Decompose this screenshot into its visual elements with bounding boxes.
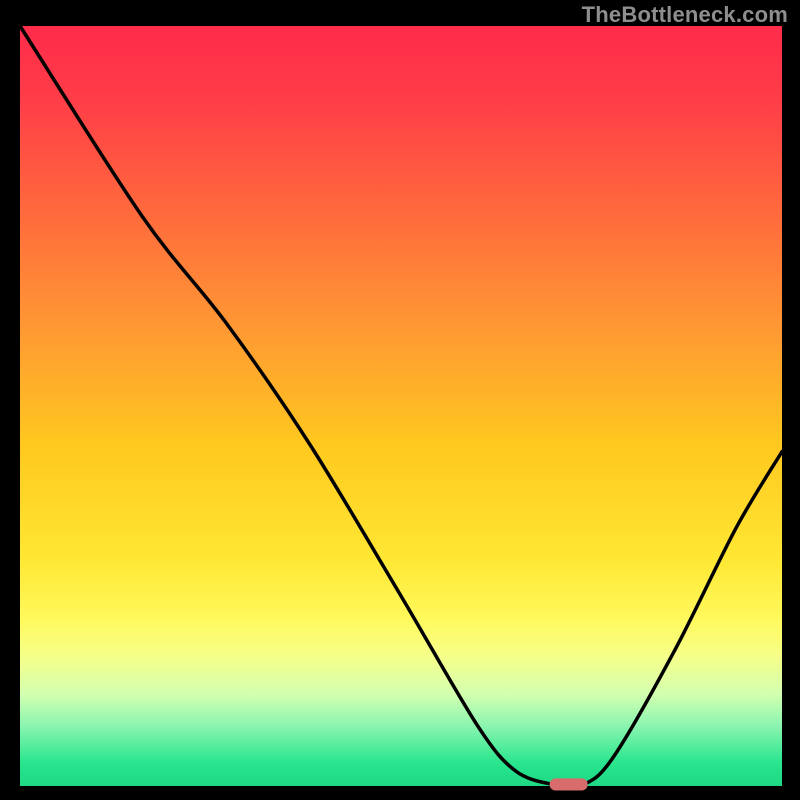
gradient-background [20,26,782,786]
optimal-marker [550,778,588,790]
bottleneck-chart [0,0,800,800]
watermark-label: TheBottleneck.com [582,2,788,28]
chart-container: TheBottleneck.com [0,0,800,800]
